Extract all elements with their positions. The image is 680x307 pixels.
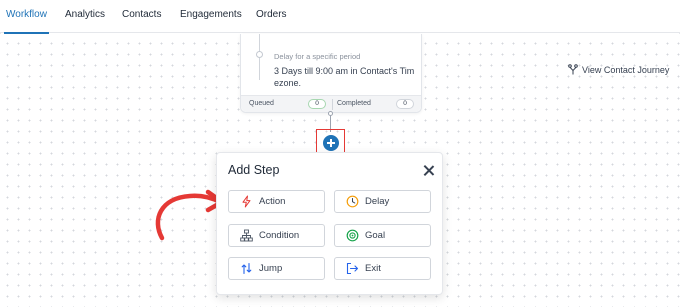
hierarchy-icon [240, 229, 253, 242]
footer-divider [332, 99, 333, 110]
connector-dot [328, 111, 333, 116]
action-label: Action [259, 196, 286, 207]
jump-label: Jump [259, 263, 283, 274]
completed-label: Completed [337, 100, 371, 107]
step-subtitle: Delay for a specific period [274, 52, 361, 61]
add-exit-button[interactable]: Exit [334, 257, 431, 280]
view-contact-journey-link[interactable]: View Contact Journey [568, 64, 669, 75]
tab-analytics[interactable]: Analytics [65, 0, 105, 33]
tab-contacts[interactable]: Contacts [122, 0, 161, 33]
top-navigation: Workflow Analytics Contacts Engagements … [0, 0, 680, 34]
branch-icon [568, 64, 578, 75]
exit-icon [346, 262, 359, 275]
goal-label: Goal [365, 230, 386, 241]
view-contact-journey-label: View Contact Journey [582, 64, 670, 75]
delay-label: Delay [365, 196, 390, 207]
clock-icon [346, 195, 359, 208]
lightning-icon [242, 195, 251, 208]
card-timeline-dot [256, 51, 263, 58]
tab-engagements[interactable]: Engagements [180, 0, 242, 33]
add-delay-button[interactable]: Delay [334, 190, 431, 213]
step-description: 3 Days till 9:00 am in Contact's Timezon… [274, 66, 415, 88]
target-icon [346, 229, 359, 242]
queued-label: Queued [249, 100, 274, 107]
condition-label: Condition [259, 230, 300, 241]
add-jump-button[interactable]: Jump [228, 257, 325, 280]
completed-count-badge: 0 [396, 99, 414, 109]
card-stats-footer: Queued 0 Completed 0 [241, 95, 421, 112]
popup-title: Add Step [228, 163, 280, 177]
tab-orders[interactable]: Orders [256, 0, 287, 33]
add-action-button[interactable]: Action [228, 190, 325, 213]
add-step-plus-button[interactable] [323, 135, 339, 151]
jump-icon [241, 262, 252, 275]
delay-step-card[interactable]: Delay for a specific period 3 Days till … [240, 34, 422, 113]
queued-count-badge: 0 [308, 99, 326, 109]
tab-workflow[interactable]: Workflow [4, 0, 49, 34]
add-goal-button[interactable]: Goal [334, 224, 431, 247]
add-condition-button[interactable]: Condition [228, 224, 325, 247]
add-step-popup: Add Step Action Delay Condition Goal Jum… [216, 152, 443, 295]
exit-label: Exit [365, 263, 381, 274]
close-icon[interactable] [423, 165, 435, 177]
